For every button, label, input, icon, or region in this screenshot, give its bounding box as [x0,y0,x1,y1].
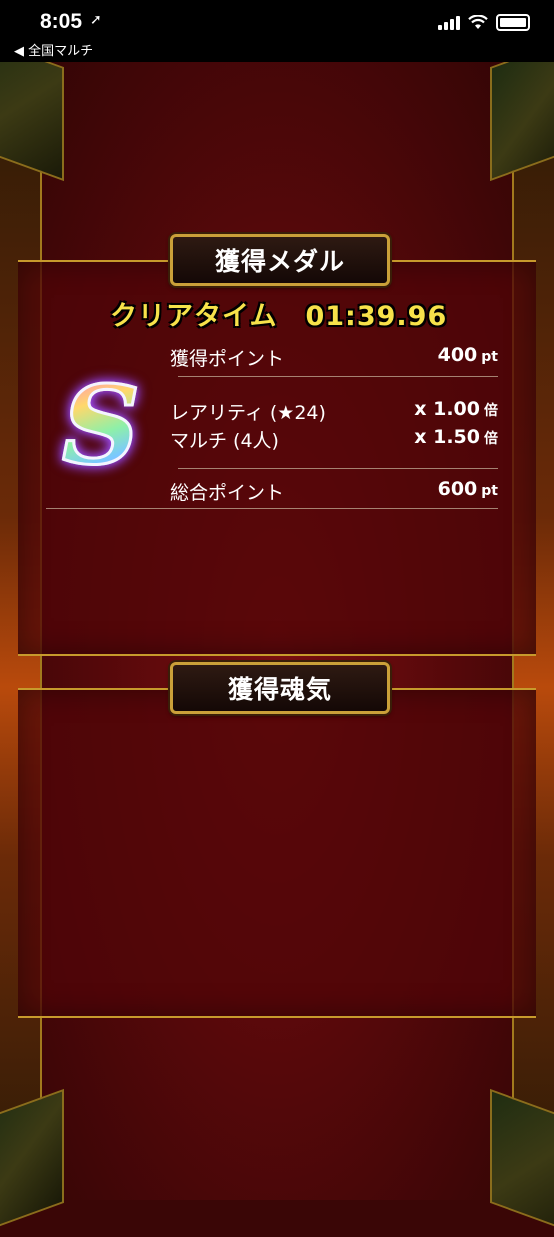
medal-panel-title: 獲得メダル [170,234,390,286]
divider [46,508,498,509]
wifi-icon [468,15,488,29]
total-label: 総合ポイント [170,482,285,504]
battery-icon [496,14,530,31]
soul-panel [18,688,536,1018]
total-value: 600 pt [437,478,498,500]
rarity-row: レアリティ (★24) x 1.00 倍 [170,398,498,425]
clear-time-value: 01:39.96 [305,301,448,332]
multi-row: マルチ (4人) x 1.50 倍 [170,426,498,453]
points-label: 獲得ポイント [170,348,285,370]
rank-s-badge: S [61,371,144,482]
status-icons [438,14,530,31]
soul-panel-title: 獲得魂気 [170,662,390,714]
rarity-multiplier: x 1.00 倍 [414,398,498,420]
back-to-app-link[interactable]: ◀ 全国マルチ [14,40,93,59]
status-time: 8:05 [40,10,83,33]
corner-ornament [0,1088,64,1237]
divider [178,376,498,377]
divider [178,468,498,469]
location-arrow-icon: ➚ [90,12,102,28]
rarity-label: レアリティ (★24) [170,402,326,424]
clear-time-label: クリアタイム [110,301,278,332]
signal-icon [438,15,460,30]
corner-ornament [490,1088,554,1237]
multi-multiplier: x 1.50 倍 [414,426,498,448]
total-row: 総合ポイント 600 pt [170,478,498,505]
multi-label: マルチ (4人) [170,430,279,452]
clear-time: クリアタイム 01:39.96 [110,294,447,333]
points-row: 獲得ポイント 400 pt [170,344,498,371]
points-value: 400 pt [437,344,498,366]
status-bar: 8:05 ➚ ◀ 全国マルチ [0,0,554,62]
